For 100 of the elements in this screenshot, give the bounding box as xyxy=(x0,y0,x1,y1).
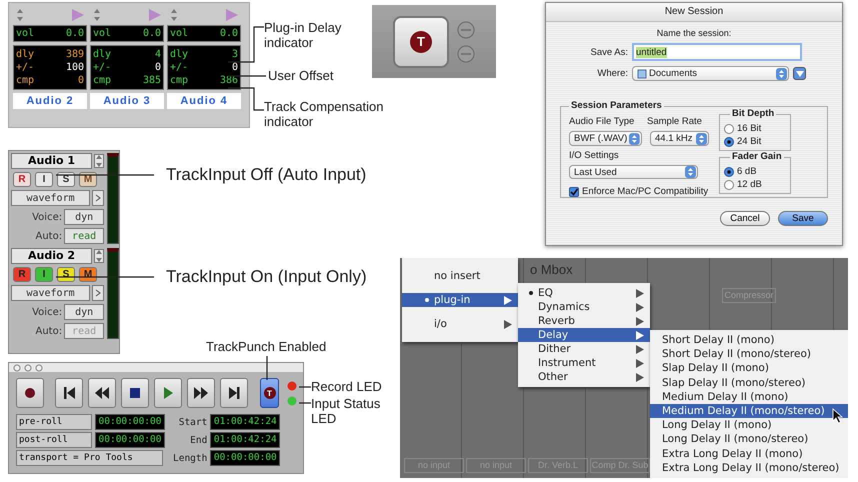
radio-button[interactable] xyxy=(724,124,734,134)
counter-label: Start xyxy=(178,416,208,428)
dropdown[interactable]: BWF (.WAV) xyxy=(569,131,642,146)
checkbox[interactable] xyxy=(569,186,579,196)
menu-item[interactable]: Extra Long Delay II (mono) xyxy=(650,446,848,461)
voice-selector[interactable]: dyn xyxy=(64,304,104,320)
callout-label: Record LED xyxy=(311,379,383,394)
view-selector[interactable]: waveform xyxy=(11,190,90,206)
dropdown[interactable]: Last Used xyxy=(569,165,698,179)
callout-label: Track Compensation indicator xyxy=(264,99,384,129)
menu-item[interactable]: Dynamics xyxy=(518,300,650,314)
track-name[interactable]: Audio 3 xyxy=(90,93,164,109)
menu-item[interactable]: Slap Delay II (mono) xyxy=(650,361,848,376)
field-label: Sample Rate xyxy=(647,116,702,127)
menu-item[interactable]: Medium Delay II (mono/stereo) xyxy=(650,404,848,418)
display-label: cmp xyxy=(16,74,34,87)
display-value: 4 xyxy=(154,48,161,61)
disclosure-button[interactable] xyxy=(793,67,806,80)
save-button[interactable]: Save xyxy=(778,211,828,226)
field-label: I/O Settings xyxy=(569,150,620,161)
transport-button[interactable] xyxy=(220,378,248,408)
bullet-icon xyxy=(528,290,534,296)
chevron-icon xyxy=(95,289,102,297)
group-title: Session Parameters xyxy=(569,100,664,111)
mouse-pointer-icon xyxy=(832,408,843,424)
transport-button[interactable] xyxy=(187,378,215,408)
track-toggle-button[interactable]: R xyxy=(13,172,31,187)
field-label: Voice: xyxy=(32,212,62,222)
input-field[interactable]: untitled xyxy=(632,43,802,61)
radio-button[interactable] xyxy=(724,180,734,190)
transport-button[interactable] xyxy=(121,378,149,408)
field-label: Voice: xyxy=(32,306,62,318)
menu-item[interactable]: Slap Delay II (mono/stereo) xyxy=(650,376,848,390)
track-toggle-button[interactable]: I xyxy=(35,267,53,282)
updown-arrow-icon xyxy=(696,132,707,144)
roll-field[interactable]: post-roll xyxy=(16,432,92,448)
transport-button[interactable] xyxy=(88,378,116,408)
field-label: Audio File Type xyxy=(569,116,636,127)
voice-selector[interactable]: dyn xyxy=(64,209,104,225)
trackpunch-button[interactable]: T xyxy=(393,16,449,68)
menu-item[interactable]: no insert xyxy=(402,264,518,288)
transport-button[interactable] xyxy=(16,378,44,408)
view-selector[interactable]: waveform xyxy=(11,285,90,301)
time-display: 01:00:42:24 xyxy=(210,432,280,448)
menu-item[interactable]: Instrument xyxy=(518,356,650,370)
callout-label: TrackInput On (Input Only) xyxy=(166,267,368,287)
updown-arrow-icon[interactable] xyxy=(92,8,102,22)
cancel-button[interactable]: Cancel xyxy=(720,211,770,226)
menu-item[interactable]: EQ xyxy=(518,286,650,300)
menu-item[interactable]: i/o xyxy=(402,312,518,336)
menu-item[interactable]: Delay xyxy=(518,328,650,342)
updown-arrow-icon[interactable] xyxy=(94,249,104,263)
automation-selector[interactable]: read xyxy=(64,228,104,244)
display-value: 0.0 xyxy=(66,27,84,40)
updown-arrow-icon[interactable] xyxy=(15,8,25,22)
track-toggle-button[interactable]: I xyxy=(35,172,53,187)
updown-arrow-icon xyxy=(776,68,787,80)
track-toggle-button[interactable]: R xyxy=(13,267,31,282)
dropdown[interactable]: 44.1 kHz xyxy=(650,131,709,146)
display-value: 0.0 xyxy=(142,27,161,40)
field-label: Auto: xyxy=(36,230,62,242)
leader-line xyxy=(299,401,311,405)
updown-arrow-icon[interactable] xyxy=(94,154,104,168)
radio-button[interactable] xyxy=(724,166,734,176)
menu-item[interactable]: Dither xyxy=(518,342,650,356)
prompt-text: Name the session: xyxy=(656,28,732,38)
menu-item[interactable]: Medium Delay II (mono) xyxy=(650,390,848,404)
menu-item[interactable]: Reverb xyxy=(518,314,650,328)
updown-arrow-icon xyxy=(629,132,640,144)
menu-item[interactable]: plug-in xyxy=(402,293,518,307)
updown-arrow-icon[interactable] xyxy=(169,8,179,22)
radio-button[interactable] xyxy=(724,136,734,146)
menu-item[interactable]: Short Delay II (mono/stereo) xyxy=(650,347,848,362)
transport-mode-field[interactable]: transport = Pro Tools xyxy=(16,450,163,466)
track-name[interactable]: Audio 1 xyxy=(11,153,92,169)
menu-item[interactable]: Long Delay II (mono) xyxy=(650,418,848,432)
track-name[interactable]: Audio 4 xyxy=(167,93,241,109)
roll-field[interactable]: pre-roll xyxy=(16,414,92,430)
display-label: dly xyxy=(16,48,34,61)
trackpunch-button[interactable]: T xyxy=(260,378,279,408)
chevron-button[interactable] xyxy=(92,190,104,206)
window-title: New Session xyxy=(546,3,842,22)
bullet-icon xyxy=(424,297,430,303)
radio-label: 12 dB xyxy=(737,179,762,190)
display-label: dly xyxy=(93,48,112,61)
callout-label: User Offset xyxy=(268,68,335,83)
dropdown[interactable]: Documents xyxy=(632,66,789,81)
led-icon xyxy=(457,20,475,38)
menu-item[interactable]: Extra Long Delay II (mono/stereo) xyxy=(650,460,848,475)
radio-label: 16 Bit xyxy=(737,123,762,134)
display-value: 0 xyxy=(78,74,84,87)
callout-label: Input Status LED xyxy=(311,396,382,426)
track-name[interactable]: Audio 2 xyxy=(13,93,87,109)
track-name[interactable]: Audio 2 xyxy=(11,248,92,264)
radio-label: 24 Bit xyxy=(737,136,762,147)
menu-item[interactable]: Short Delay II (mono) xyxy=(650,333,848,348)
transport-button[interactable] xyxy=(55,378,83,408)
menu-item[interactable]: Long Delay II (mono/stereo) xyxy=(650,432,848,446)
chevron-button[interactable] xyxy=(92,285,104,301)
menu-item[interactable]: Other xyxy=(518,370,650,384)
